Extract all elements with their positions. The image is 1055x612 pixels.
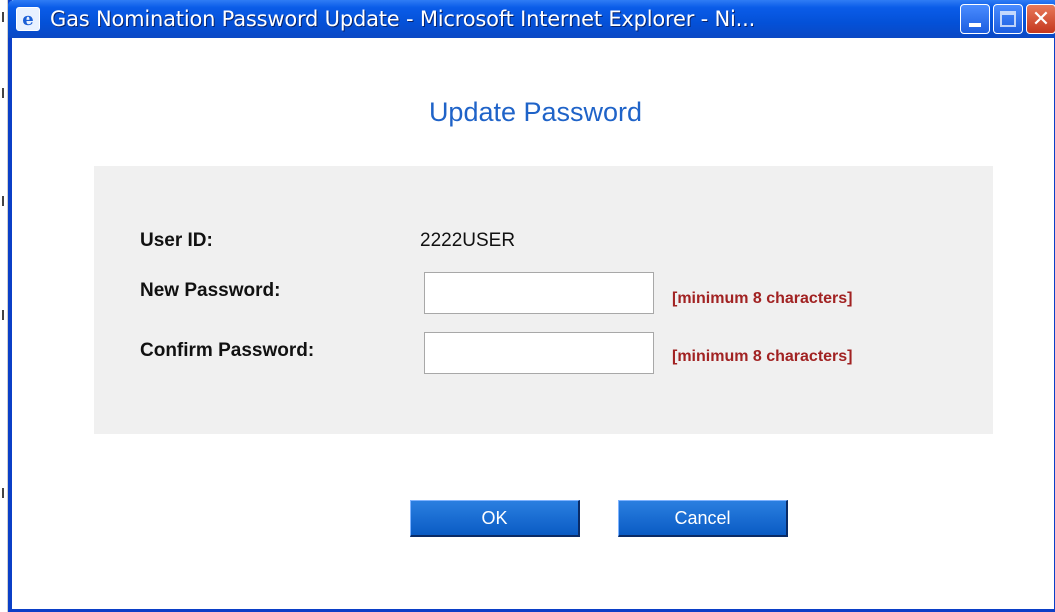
dialog-window: e Gas Nomination Password Update - Micro… <box>8 0 1055 612</box>
edge-mark <box>2 12 6 22</box>
background-window-edge <box>0 0 8 612</box>
page-title: Update Password <box>428 97 643 127</box>
window-title: Gas Nomination Password Update - Microso… <box>50 7 756 31</box>
maximize-icon <box>1000 11 1016 27</box>
ie-icon[interactable]: e <box>16 7 40 31</box>
form-panel: User ID: 2222USER New Password: [minimum… <box>94 166 993 434</box>
new-password-hint: [minimum 8 characters] <box>672 290 853 307</box>
confirm-password-label: Confirm Password: <box>140 340 315 361</box>
confirm-password-hint: [minimum 8 characters] <box>672 348 853 365</box>
close-button[interactable]: ✕ <box>1026 4 1055 34</box>
title-bar[interactable]: e Gas Nomination Password Update - Micro… <box>8 0 1055 38</box>
edge-mark <box>2 488 6 498</box>
ok-button[interactable]: OK <box>410 500 580 537</box>
user-id-label: User ID: <box>140 230 213 251</box>
window-controls: ✕ <box>960 4 1055 34</box>
confirm-password-input[interactable] <box>424 332 654 374</box>
edge-mark <box>2 310 6 320</box>
new-password-input[interactable] <box>424 272 654 314</box>
edge-mark <box>2 196 6 206</box>
new-password-label: New Password: <box>140 280 281 301</box>
maximize-button[interactable] <box>993 4 1023 34</box>
user-id-value: 2222USER <box>420 230 516 251</box>
minimize-icon <box>969 23 981 27</box>
edge-mark <box>2 88 6 98</box>
close-icon: ✕ <box>1031 6 1051 32</box>
cancel-button[interactable]: Cancel <box>618 500 788 537</box>
minimize-button[interactable] <box>960 4 990 34</box>
